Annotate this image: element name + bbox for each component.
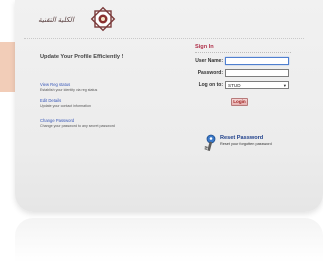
feature-description: Establish your identity via reg status [40,88,98,92]
logon-selected-value: STUD [228,83,241,88]
chevron-down-icon: ▾ [283,82,286,88]
logon-row: Log on to: STUD ▾ [195,81,291,90]
reset-password-description: Reset your forgotten password [220,142,272,146]
feature-description: Update your contact information [40,104,91,108]
logon-label: Log on to: [198,82,223,88]
emblem-icon [90,6,116,32]
feature-description: Change your password to any secret passw… [40,124,115,128]
feature-change-password: Change Password Change your password to … [40,118,175,128]
feature-title[interactable]: Change Password [40,118,175,123]
username-row: User Name: [195,57,291,66]
update-heading: Update Your Profile Efficiently ! [40,54,124,60]
logon-select[interactable]: STUD ▾ [225,81,289,89]
signin-title: Sign In [195,44,214,50]
login-button[interactable]: Login [231,98,248,106]
reset-password-link[interactable]: Reset Password Reset your forgotten pass… [203,134,303,154]
password-label: Password: [197,70,223,76]
username-label: User Name: [195,58,223,64]
signin-divider [195,52,291,53]
username-input[interactable] [225,57,289,65]
panel-reflection [15,218,323,263]
login-page: الكلية التقنية Update Your Profile Effic… [0,0,323,263]
logo-text: الكلية التقنية [38,17,74,24]
feature-title[interactable]: Edit Details [40,98,175,103]
password-row: Password: [195,69,291,78]
key-icon [204,134,216,152]
reset-password-title: Reset Password [220,135,264,141]
feature-edit-details: Edit Details Update your contact informa… [40,98,175,108]
logo: الكلية التقنية [24,6,120,36]
password-input[interactable] [225,69,289,77]
feature-title[interactable]: View Reg status [40,82,175,87]
feature-view-reg-status: View Reg status Establish your identity … [40,82,175,92]
header-divider [24,38,304,39]
